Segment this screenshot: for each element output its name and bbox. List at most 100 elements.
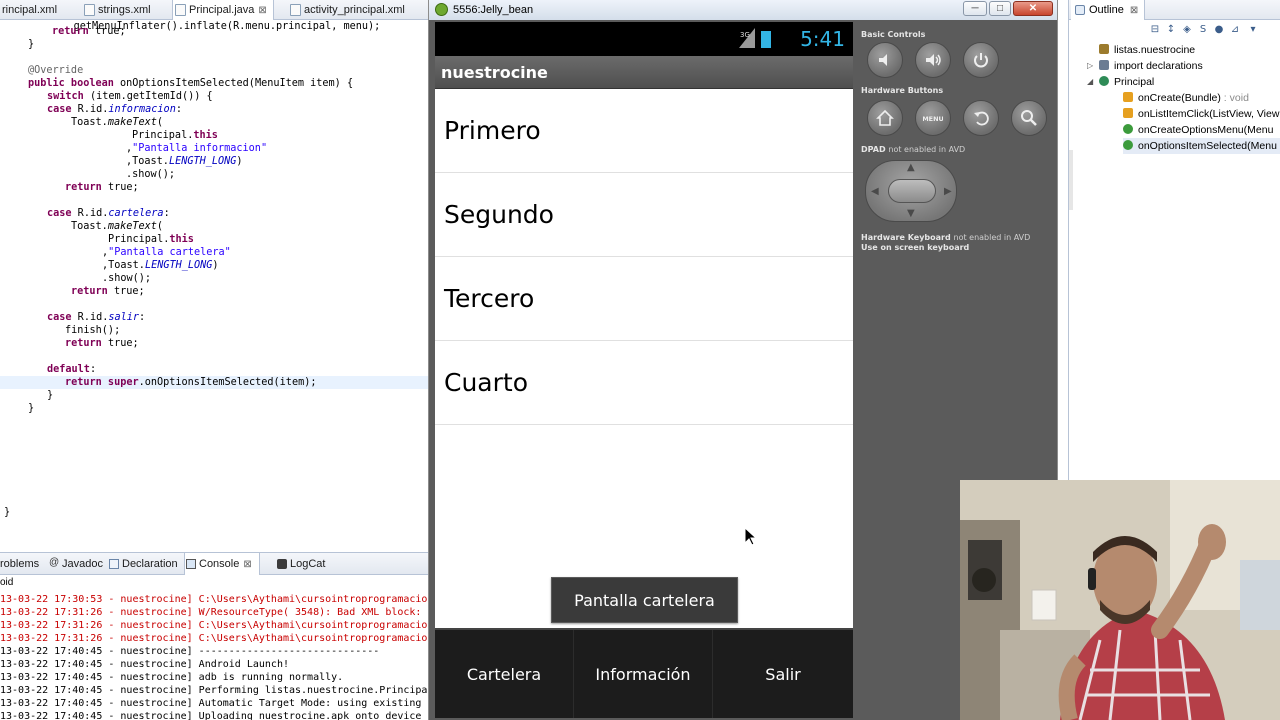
home-icon [876, 109, 894, 126]
keyboard-hint: Use on screen keyboard [861, 243, 970, 252]
back-button[interactable] [963, 100, 999, 136]
close-icon[interactable]: ⊠ [1130, 5, 1138, 16]
hide-local-types-icon[interactable]: ⊿ [1229, 24, 1241, 36]
code-line: ,Toast.LENGTH_LONG) [102, 260, 219, 271]
expand-icon[interactable]: ▷ [1087, 58, 1093, 74]
outline-item-label: Principal [1114, 76, 1155, 88]
outline-item[interactable]: onCreate(Bundle) : void [1123, 90, 1249, 106]
hardware-buttons-title: Hardware Buttons [861, 86, 944, 95]
class-icon [1099, 76, 1109, 86]
outline-scrollbar[interactable] [1069, 150, 1073, 210]
menu-item-informacion[interactable]: Información [574, 630, 713, 718]
android-screen[interactable]: 3G 5:41 nuestrocine Primero Segundo Terc… [435, 22, 853, 718]
console-subtitle: oid [0, 577, 14, 588]
minimize-button[interactable]: ─ [963, 1, 987, 16]
emulator-title-bar[interactable]: 5556:Jelly_bean ─ □ ✕ [429, 0, 1057, 20]
outline-item-label: listas.nuestrocine [1114, 44, 1196, 56]
app-title: nuestrocine [441, 63, 548, 82]
code-line: Toast.makeText( [71, 221, 164, 232]
java-file-icon [175, 4, 186, 16]
tab-principal-java[interactable]: Principal.java ⊠ [172, 0, 274, 20]
close-icon[interactable]: ⊠ [243, 559, 251, 570]
list-item[interactable]: Primero [435, 89, 853, 173]
outline-item-return-type: : void [1220, 92, 1249, 104]
hide-static-icon[interactable]: S [1197, 24, 1209, 36]
home-button[interactable] [867, 100, 903, 136]
volume-up-icon [926, 54, 941, 66]
list-item[interactable]: Tercero [435, 257, 853, 341]
status-bar: 3G 5:41 [435, 22, 853, 56]
tab-outline[interactable]: Outline ⊠ [1071, 0, 1146, 20]
console-line: 13-03-22 17:40:45 - nuestrocine] Android… [0, 659, 289, 670]
imports-icon [1099, 60, 1109, 70]
outline-item-label: onCreateOptionsMenu(Menu [1138, 124, 1274, 136]
outline-item-label: import declarations [1114, 60, 1203, 72]
console-icon [186, 559, 196, 569]
view-menu-icon[interactable]: ▾ [1247, 24, 1259, 36]
dpad-center[interactable] [888, 179, 936, 203]
list-item[interactable]: Cuarto [435, 341, 853, 425]
outline-item-label: onCreate(Bundle) [1138, 92, 1221, 104]
menu-item-cartelera[interactable]: Cartelera [435, 630, 574, 718]
hide-fields-icon[interactable]: ◈ [1181, 24, 1193, 36]
outline-item[interactable]: onListItemClick(ListView, View [1123, 106, 1279, 122]
tab-principal-xml[interactable]: rincipal.xml [0, 0, 57, 20]
menu-item-salir[interactable]: Salir [713, 630, 853, 718]
code-line: } [4, 507, 11, 518]
code-text-area[interactable]: getMenuInflater().inflate(R.menu.princip… [0, 20, 428, 550]
action-bar: nuestrocine [435, 56, 853, 89]
method-icon [1123, 108, 1133, 118]
code-line: Toast.makeText( [71, 117, 164, 128]
code-line: case R.id.cartelera: [47, 208, 170, 219]
menu-icon: MENU [923, 115, 943, 123]
console-line: 13-03-22 17:40:45 - nuestrocine] Automat… [0, 698, 422, 709]
code-line: finish(); [65, 325, 121, 336]
outline-item[interactable]: onOptionsItemSelected(Menu [1123, 138, 1280, 154]
menu-button[interactable]: MENU [915, 100, 951, 136]
console-line: 13-03-22 17:30:53 - nuestrocine] C:\User… [0, 594, 428, 605]
dpad-control[interactable]: ▲ ▼ ◀ ▶ [865, 160, 957, 222]
tab-strings-xml[interactable]: strings.xml [82, 0, 151, 20]
tab-javadoc[interactable]: @ Javadoc [48, 553, 103, 575]
android-icon [435, 3, 448, 16]
collapse-all-icon[interactable]: ⊟ [1149, 24, 1161, 36]
tab-logcat[interactable]: LogCat [276, 553, 325, 575]
basic-controls-title: Basic Controls [861, 30, 926, 39]
volume-down-button[interactable] [867, 42, 903, 78]
volume-up-button[interactable] [915, 42, 951, 78]
emulator-title: 5556:Jelly_bean [453, 4, 534, 16]
outline-item[interactable]: onCreateOptionsMenu(Menu [1123, 122, 1273, 138]
list-item[interactable]: Segundo [435, 173, 853, 257]
hide-nonpublic-icon[interactable]: ● [1213, 24, 1225, 36]
volume-down-icon [879, 54, 887, 66]
tab-activity-principal-xml[interactable]: activity_principal.xml [288, 0, 405, 20]
code-line: } [28, 39, 35, 50]
tab-problems[interactable]: roblems [0, 553, 39, 575]
sort-icon[interactable]: ↕ [1165, 24, 1177, 36]
power-button[interactable] [963, 42, 999, 78]
console-tab-bar: roblems @ Javadoc Declaration Console ⊠ Lo… [0, 553, 428, 575]
tab-declaration[interactable]: Declaration [108, 553, 178, 575]
signal-3g-icon: 3G [739, 28, 755, 48]
svg-text:3G: 3G [740, 31, 750, 39]
tab-console[interactable]: Console ⊠ [184, 553, 260, 575]
method-icon [1123, 140, 1133, 150]
close-icon[interactable]: ⊠ [258, 1, 266, 21]
collapse-icon[interactable]: ◢ [1087, 74, 1093, 90]
webcam-overlay [960, 480, 1280, 720]
code-line: default: [47, 364, 97, 375]
package-icon [1099, 44, 1109, 54]
outline-item[interactable]: ◢ Principal [1087, 74, 1155, 90]
close-button[interactable]: ✕ [1013, 1, 1053, 16]
maximize-button[interactable]: □ [989, 1, 1011, 16]
code-line: return true; [65, 338, 139, 349]
outline-item[interactable]: listas.nuestrocine [1099, 42, 1195, 58]
console-line: 13-03-22 17:40:45 - nuestrocine] -------… [0, 646, 380, 657]
webcam-image [960, 480, 1280, 720]
outline-icon [1075, 5, 1085, 15]
dpad-right-icon: ▶ [944, 186, 952, 197]
status-icons: 3G [739, 28, 775, 50]
outline-item[interactable]: ▷ import declarations [1087, 58, 1203, 74]
code-line: return true; [71, 286, 145, 297]
search-button[interactable] [1011, 100, 1047, 136]
